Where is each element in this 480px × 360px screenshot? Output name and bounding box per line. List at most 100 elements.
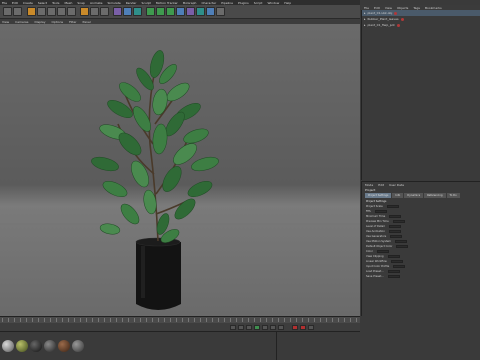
attribute-field[interactable] [389, 215, 402, 218]
light-icon[interactable] [216, 7, 225, 16]
menu-item[interactable]: Plugins [238, 1, 249, 5]
menu-item[interactable]: Edit [12, 1, 18, 5]
attribute-tab[interactable]: Project Settings [365, 193, 392, 198]
attribute-field[interactable] [394, 240, 407, 243]
array-icon[interactable] [176, 7, 185, 16]
attribute-field[interactable] [387, 270, 400, 273]
menu-item[interactable]: Render [126, 1, 137, 5]
viewport-menu-item[interactable]: Filter [69, 20, 76, 24]
menu-item[interactable]: Window [267, 1, 279, 5]
viewport-menu-item[interactable]: Panel [83, 20, 91, 24]
viewport-menu-item[interactable]: View [2, 20, 9, 24]
object-name: plant_01_flwp_pot [367, 23, 395, 27]
menu-item[interactable]: Create [23, 1, 33, 5]
material-swatch[interactable] [16, 340, 28, 352]
next-frame-icon[interactable] [262, 325, 268, 330]
menu-item[interactable]: Tools [52, 1, 59, 5]
attribute-field[interactable] [392, 220, 405, 223]
recent-tools-icon[interactable] [67, 7, 76, 16]
spline-icon[interactable] [156, 7, 165, 16]
viewport-menu-item[interactable]: Options [52, 20, 64, 24]
scale-icon[interactable] [47, 7, 56, 16]
object-row[interactable]: ▸ plant_01_flwp_pot [362, 22, 480, 28]
attribute-field[interactable] [387, 255, 400, 258]
attribute-tab[interactable]: To Do [446, 193, 460, 198]
object-manager-menu-item[interactable]: Bookmarks [425, 6, 442, 10]
attribute-menu-item[interactable]: User Data [389, 183, 404, 187]
viewport-menu-item[interactable]: Display [34, 20, 45, 24]
material-swatch[interactable] [72, 340, 84, 352]
record-icon[interactable] [292, 325, 298, 330]
material-tag-icon[interactable] [400, 17, 404, 21]
viewport[interactable] [0, 24, 360, 316]
attribute-field[interactable] [387, 275, 400, 278]
material-swatch[interactable] [30, 340, 42, 352]
attribute-field[interactable] [386, 205, 399, 208]
menu-item[interactable]: Select [38, 1, 47, 5]
autokey-icon[interactable] [300, 325, 306, 330]
object-manager-menu-item[interactable]: View [385, 6, 392, 10]
menu-item[interactable]: Motion Tracker [156, 1, 178, 5]
keyframe-selection-icon[interactable] [308, 325, 314, 330]
environment-icon[interactable] [196, 7, 205, 16]
render-to-picture-viewer-icon[interactable] [123, 7, 132, 16]
next-key-icon[interactable] [270, 325, 276, 330]
material-swatch[interactable] [58, 340, 70, 352]
attribute-field[interactable] [388, 225, 401, 228]
viewport-menu-item[interactable]: Cameras [15, 20, 28, 24]
plant-leaves [91, 50, 219, 243]
attribute-field[interactable] [374, 210, 387, 213]
deformer-icon[interactable] [186, 7, 195, 16]
menu-item[interactable]: Animate [90, 1, 103, 5]
object-manager-menu-item[interactable]: Objects [397, 6, 408, 10]
move-icon[interactable] [37, 7, 46, 16]
menu-item[interactable]: Help [284, 1, 291, 5]
timeline-ruler[interactable] [0, 316, 360, 323]
menu-item[interactable]: File [2, 1, 7, 5]
attribute-menu-item[interactable]: Edit [378, 183, 384, 187]
material-swatch[interactable] [2, 340, 14, 352]
cube-icon[interactable] [146, 7, 155, 16]
attribute-tab[interactable]: Dynamics [404, 193, 424, 198]
attribute-field[interactable] [396, 245, 409, 248]
object-manager-menu-item[interactable]: Edit [374, 6, 380, 10]
menu-item[interactable]: Character [201, 1, 216, 5]
attribute-tab[interactable]: Referencing [424, 193, 446, 198]
nurbs-icon[interactable] [166, 7, 175, 16]
previous-key-icon[interactable] [238, 325, 244, 330]
menu-item[interactable]: Mesh [64, 1, 72, 5]
undo-icon[interactable] [3, 7, 12, 16]
menu-item[interactable]: Sculpt [141, 1, 150, 5]
attribute-field[interactable] [390, 235, 403, 238]
camera-icon[interactable] [206, 7, 215, 16]
play-icon[interactable] [254, 325, 260, 330]
object-manager-menu-item[interactable]: File [364, 6, 369, 10]
rotate-icon[interactable] [57, 7, 66, 16]
attribute-tab[interactable]: Info [392, 193, 404, 198]
menu-item[interactable]: Simulate [108, 1, 121, 5]
attribute-field[interactable] [390, 260, 403, 263]
menu-item[interactable]: Script [254, 1, 263, 5]
material-swatch[interactable] [44, 340, 56, 352]
go-to-end-icon[interactable] [278, 325, 284, 330]
redo-icon[interactable] [13, 7, 22, 16]
z-axis-icon[interactable] [100, 7, 109, 16]
material-tag-icon[interactable] [394, 11, 398, 15]
menu-item[interactable]: Snap [77, 1, 85, 5]
previous-frame-icon[interactable] [246, 325, 252, 330]
material-tag-icon[interactable] [396, 23, 400, 27]
attribute-field[interactable] [376, 250, 389, 253]
attribute-field[interactable] [393, 265, 406, 268]
x-axis-icon[interactable] [80, 7, 89, 16]
y-axis-icon[interactable] [90, 7, 99, 16]
attribute-field[interactable] [388, 230, 401, 233]
go-to-start-icon[interactable] [230, 325, 236, 330]
render-view-icon[interactable] [113, 7, 122, 16]
attribute-row: Save Preset... [362, 274, 480, 279]
menu-item[interactable]: Pipeline [221, 1, 233, 5]
render-settings-icon[interactable] [133, 7, 142, 16]
menu-item[interactable]: MoGraph [183, 1, 197, 5]
object-manager-menu-item[interactable]: Tags [413, 6, 420, 10]
attribute-menu-item[interactable]: Mode [365, 183, 373, 187]
live-selection-icon[interactable] [27, 7, 36, 16]
